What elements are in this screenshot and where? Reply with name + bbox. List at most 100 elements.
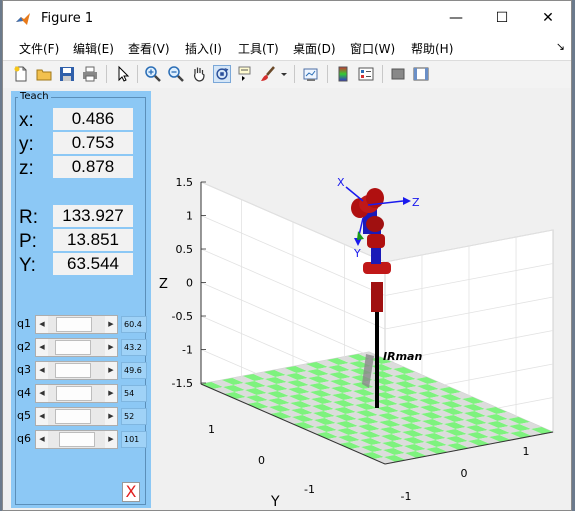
joint-cylinder <box>367 234 385 248</box>
slider-thumb[interactable] <box>55 386 92 401</box>
pointer-icon[interactable] <box>114 65 132 83</box>
menu-file[interactable]: 文件(F) <box>19 40 59 57</box>
menu-edit[interactable]: 编辑(E) <box>73 40 114 57</box>
new-figure-icon[interactable] <box>12 65 30 83</box>
joint-slider[interactable]: ◀ ▶ <box>35 361 118 380</box>
close-button[interactable]: ✕ <box>525 1 571 35</box>
slider-left-arrow-icon[interactable]: ◀ <box>36 316 48 333</box>
slider-left-arrow-icon[interactable]: ◀ <box>36 362 48 379</box>
menu-help[interactable]: 帮助(H) <box>411 40 453 57</box>
joint-value[interactable]: 60.4 <box>121 316 147 333</box>
pan-icon[interactable] <box>190 65 208 83</box>
figure-window: Figure 1 — ☐ ✕ 文件(F) 编辑(E) 查看(V) 插入(I) 工… <box>2 0 572 511</box>
menu-bar: 文件(F) 编辑(E) 查看(V) 插入(I) 工具(T) 桌面(D) 窗口(W… <box>3 37 571 59</box>
slider-left-arrow-icon[interactable]: ◀ <box>36 385 48 402</box>
z-tick-label: 1 <box>186 210 193 223</box>
window-title: Figure 1 <box>41 11 94 26</box>
joint-slider[interactable]: ◀ ▶ <box>35 384 118 403</box>
link-plot-icon[interactable] <box>302 65 320 83</box>
teach-panel: Teach x: 0.486 y: 0.753 z: 0.878 R: 133.… <box>11 91 151 508</box>
legend-icon[interactable] <box>357 65 375 83</box>
slider-thumb[interactable] <box>54 409 91 424</box>
joint-label: q5 <box>17 409 31 422</box>
slider-thumb[interactable] <box>59 432 96 447</box>
slider-right-arrow-icon[interactable]: ▶ <box>105 408 117 425</box>
menu-insert[interactable]: 插入(I) <box>185 40 222 57</box>
slider-left-arrow-icon[interactable]: ◀ <box>36 431 48 448</box>
z-tick-label: 0.5 <box>176 243 194 256</box>
slider-right-arrow-icon[interactable]: ▶ <box>105 316 117 333</box>
print-icon[interactable] <box>81 65 99 83</box>
toolbar-separator <box>382 65 383 83</box>
z-tick-label: -0.5 <box>172 310 193 323</box>
menu-desktop[interactable]: 桌面(D) <box>293 40 336 57</box>
maximize-button[interactable]: ☐ <box>479 1 525 35</box>
y-tick-label: 0 <box>258 454 265 467</box>
slider-right-arrow-icon[interactable]: ▶ <box>105 339 117 356</box>
y-tick-label: -1 <box>304 483 315 496</box>
data-cursor-icon[interactable] <box>236 65 254 83</box>
menu-window[interactable]: 窗口(W) <box>350 40 395 57</box>
x-value: 0.486 <box>53 108 133 130</box>
z-tick-label: 0 <box>186 277 193 290</box>
roll-value: 133.927 <box>53 205 133 227</box>
frame-y-label: Y <box>353 247 361 260</box>
toolbar-separator <box>294 65 295 83</box>
yaw-label: Y: <box>19 255 36 276</box>
slider-thumb[interactable] <box>55 363 92 378</box>
slider-left-arrow-icon[interactable]: ◀ <box>36 339 48 356</box>
x-tick-label: 1 <box>523 445 530 458</box>
menu-view[interactable]: 查看(V) <box>128 40 170 57</box>
menu-tools[interactable]: 工具(T) <box>238 40 279 57</box>
joint-slider[interactable]: ◀ ▶ <box>35 338 118 357</box>
teach-panel-title: Teach <box>18 91 51 102</box>
rotate-3d-icon[interactable] <box>213 65 231 83</box>
y-value: 0.753 <box>53 132 133 154</box>
teach-close-button[interactable]: X <box>122 482 140 502</box>
joint-value[interactable]: 52 <box>121 408 147 425</box>
y-axis-label: Y <box>270 494 280 510</box>
minimize-icon: — <box>449 10 463 26</box>
slider-right-arrow-icon[interactable]: ▶ <box>105 431 117 448</box>
zoom-in-icon[interactable] <box>144 65 162 83</box>
maximize-icon: ☐ <box>495 10 509 26</box>
zoom-out-icon[interactable] <box>167 65 185 83</box>
pitch-label: P: <box>19 231 37 252</box>
joint-value[interactable]: 43.2 <box>121 339 147 356</box>
x-tick-label: 0 <box>461 467 468 480</box>
menu-overflow-icon[interactable]: ↘ <box>556 40 565 53</box>
brush-icon[interactable] <box>259 65 277 83</box>
y-tick-label: 1 <box>208 423 215 436</box>
show-plot-tools-icon[interactable] <box>412 65 430 83</box>
close-icon: ✕ <box>542 10 554 26</box>
slider-left-arrow-icon[interactable]: ◀ <box>36 408 48 425</box>
robot-name-label: IRman <box>383 350 422 363</box>
joint-value[interactable]: 49.6 <box>121 362 147 379</box>
joint-label: q3 <box>17 363 31 376</box>
minimize-button[interactable]: — <box>433 1 479 35</box>
joint-slider[interactable]: ◀ ▶ <box>35 407 118 426</box>
joint-slider[interactable]: ◀ ▶ <box>35 430 118 449</box>
slider-right-arrow-icon[interactable]: ▶ <box>105 362 117 379</box>
figure-content: Teach x: 0.486 y: 0.753 z: 0.878 R: 133.… <box>3 88 572 511</box>
z-tick-label: -1.5 <box>172 377 193 390</box>
open-file-icon[interactable] <box>35 65 53 83</box>
slider-thumb[interactable] <box>55 317 92 332</box>
colorbar-icon[interactable] <box>334 65 352 83</box>
robot-3d-axes[interactable]: 1.510.50-0.5-1-1.510-110-1 Z Y Z X Y IRm… <box>153 88 572 511</box>
slider-right-arrow-icon[interactable]: ▶ <box>105 385 117 402</box>
joint-label: q6 <box>17 432 31 445</box>
save-icon[interactable] <box>58 65 76 83</box>
joint-cylinder <box>366 216 384 232</box>
hide-plot-tools-icon[interactable] <box>389 65 407 83</box>
joint-slider[interactable]: ◀ ▶ <box>35 315 118 334</box>
joint-value[interactable]: 101 <box>121 431 147 448</box>
slider-thumb[interactable] <box>55 340 92 355</box>
dropdown-arrow-icon[interactable] <box>279 65 289 83</box>
y-label: y: <box>19 134 34 155</box>
toolbar-separator <box>106 65 107 83</box>
title-bar: Figure 1 — ☐ ✕ <box>3 1 571 37</box>
joint-value[interactable]: 54 <box>121 385 147 402</box>
joint-label: q1 <box>17 317 31 330</box>
z-axis-label: Z <box>159 277 168 292</box>
